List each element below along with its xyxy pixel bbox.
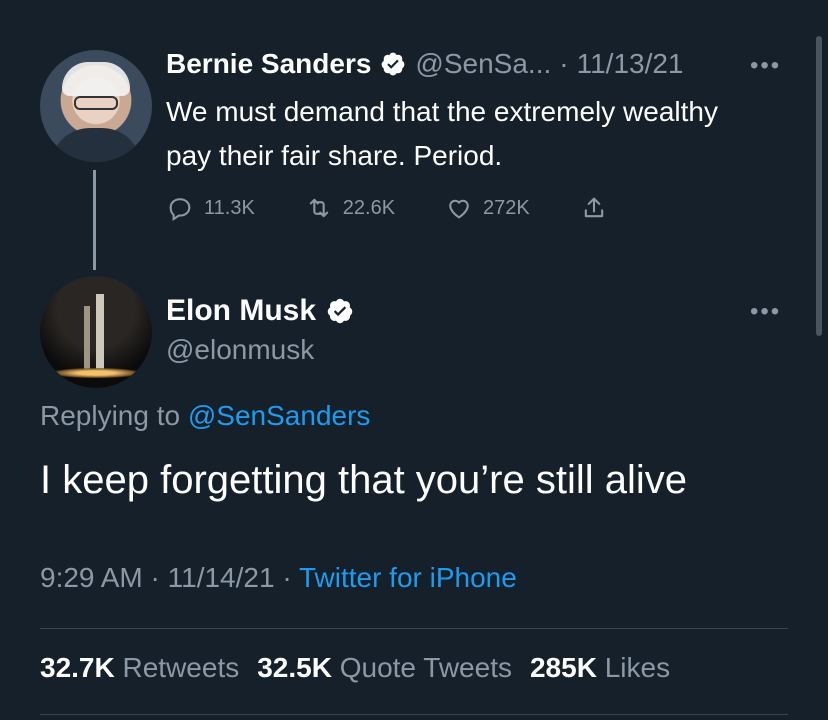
parent-tweet-text: We must demand that the extremely wealth… [166,96,718,171]
avatar-ground-lights [52,368,140,378]
scrollbar[interactable] [816,36,822,336]
avatar-hair [62,62,130,96]
retweets-label: Retweets [122,652,240,683]
reply-button[interactable]: 11.3K [166,194,255,222]
quote-tweets-stat[interactable]: 32.5K Quote Tweets [257,652,512,684]
parent-action-bar: 11.3K 22.6K 272K [166,188,706,228]
reply-tweet-text: I keep forgetting that you’re still aliv… [40,458,688,502]
parent-display-name[interactable]: Bernie Sanders [166,48,371,80]
likes-label: Likes [604,652,671,683]
like-count: 272K [483,196,530,219]
meta-separator-2: · [282,562,292,593]
tweet-meta: 9:29 AM · 11/14/21 · Twitter for iPhone [40,562,517,594]
like-icon [449,199,469,219]
retweet-count: 22.6K [342,196,396,219]
reply-handle[interactable]: @elonmusk [166,334,314,366]
avatar-bernie-sanders[interactable] [40,50,152,162]
like-button[interactable]: 272K [445,194,530,222]
retweets-stat[interactable]: 32.7K Retweets [40,652,239,684]
parent-tweet-header: Bernie Sanders @SenSa... · 11/13/21 [166,44,684,84]
verified-badge-icon [326,297,354,325]
thread-connector-line [93,170,96,270]
tweet-date[interactable]: 11/14/21 [168,562,275,593]
tweet-source-link[interactable]: Twitter for iPhone [299,562,517,593]
reply-display-name[interactable]: Elon Musk [166,294,316,328]
reply-tweet-header: Elon Musk [166,290,354,332]
likes-count: 285K [529,652,597,683]
reply-icon [169,198,191,222]
tweet-time[interactable]: 9:29 AM [40,562,143,593]
replying-to-prefix: Replying to [40,400,181,431]
retweet-button[interactable]: 22.6K [305,194,395,222]
likes-stat[interactable]: 285K Likes [530,652,670,684]
share-button[interactable] [580,194,608,222]
engagement-stats: 32.7K Retweets 32.5K Quote Tweets 285K L… [40,652,670,684]
retweets-count: 32.7K [40,652,115,683]
replying-to-line: Replying to @SenSanders [40,400,370,432]
avatar-tower-secondary [84,306,90,374]
parent-more-icon[interactable]: ••• [750,52,781,80]
avatar-glasses [74,96,118,110]
avatar-tower [96,294,104,374]
verified-badge-icon [379,50,407,78]
parent-handle[interactable]: @SenSa... [415,48,551,80]
quote-tweets-label: Quote Tweets [339,652,512,683]
meta-separator-1: · [150,562,160,593]
divider-top [40,628,788,629]
parent-date[interactable]: 11/13/21 [577,48,684,80]
retweet-icon [309,198,328,218]
header-separator: · [559,48,569,79]
share-icon [584,197,603,218]
reply-count: 11.3K [204,196,255,219]
avatar-coat [50,128,142,162]
avatar-elon-musk[interactable] [40,276,152,388]
replying-to-link[interactable]: @SenSanders [188,400,371,431]
reply-more-icon[interactable]: ••• [750,298,781,326]
quote-tweets-count: 32.5K [257,652,332,683]
divider-bottom [40,714,788,715]
